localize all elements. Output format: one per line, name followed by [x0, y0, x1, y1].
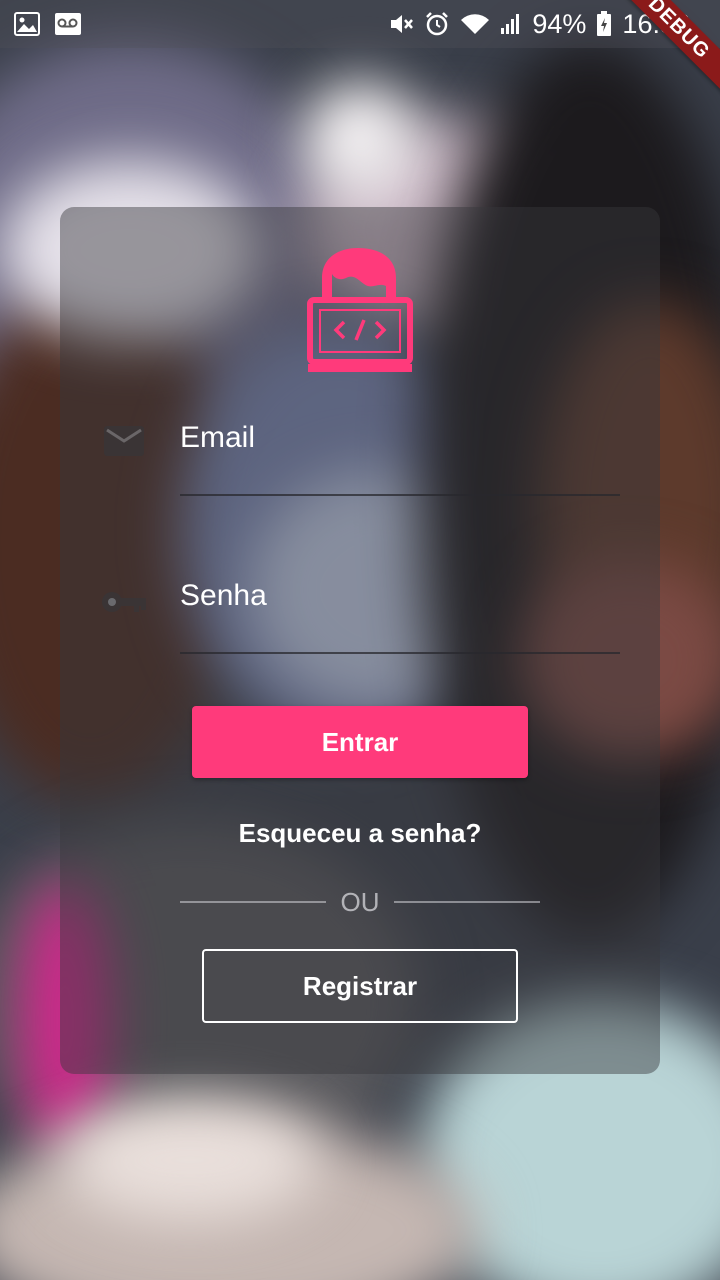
alarm-icon: [424, 11, 450, 37]
app-logo: [300, 244, 420, 376]
mute-icon: [388, 11, 414, 37]
email-icon: [100, 414, 148, 462]
signal-icon: [500, 12, 522, 36]
or-divider: OU: [180, 886, 540, 918]
voicemail-icon: [54, 12, 82, 36]
login-button[interactable]: Entrar: [192, 706, 528, 778]
password-underline: [180, 652, 620, 654]
image-icon: [14, 12, 40, 36]
battery-percent: 94%: [532, 8, 587, 39]
email-underline: [180, 494, 620, 496]
wifi-icon: [460, 12, 490, 36]
register-button[interactable]: Registrar: [202, 949, 518, 1023]
key-icon: [100, 572, 148, 620]
divider-line-right: [394, 901, 540, 903]
email-field[interactable]: Email: [100, 408, 620, 496]
lock-code-icon: [307, 248, 413, 372]
login-screen: 94% 16:52 DEBUG Email: [0, 0, 720, 1280]
status-bar: 94% 16:52: [0, 0, 720, 48]
password-label: Senha: [180, 579, 267, 612]
forgot-password-link[interactable]: Esqueceu a senha?: [0, 818, 720, 849]
email-label: Email: [180, 421, 256, 454]
battery-charging-icon: [596, 11, 612, 37]
password-field[interactable]: Senha: [100, 566, 620, 654]
